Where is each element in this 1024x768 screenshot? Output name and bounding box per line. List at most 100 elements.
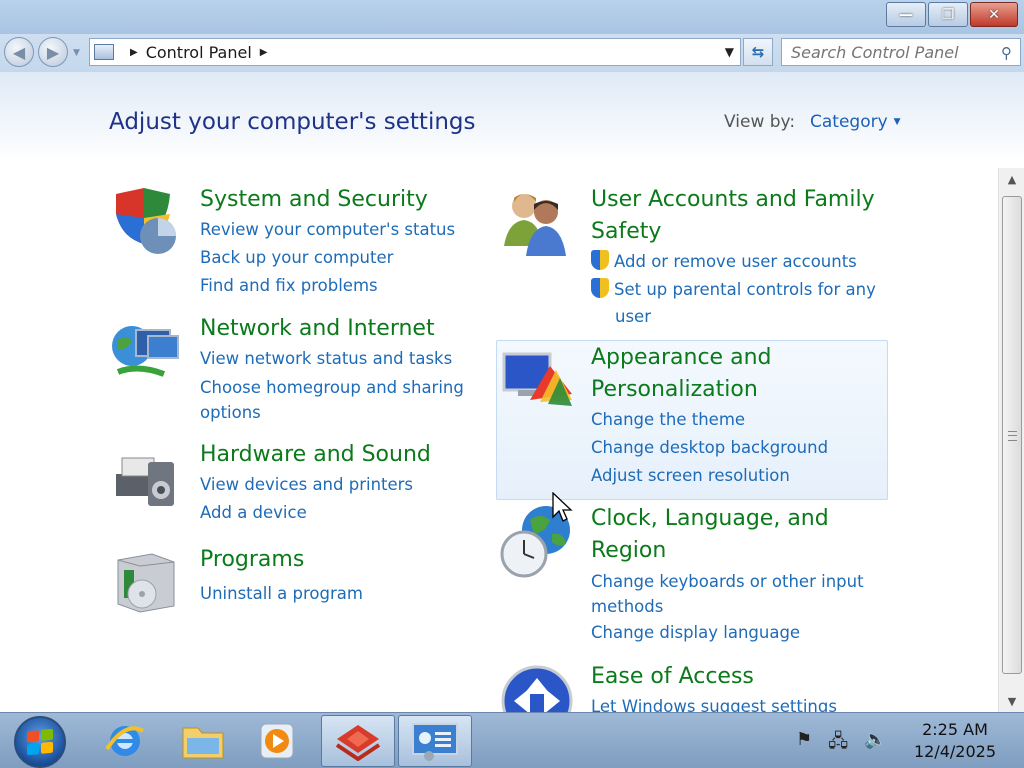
programs-box-icon[interactable] [108,544,182,618]
back-button[interactable]: ◀ [4,37,34,67]
taskbar: ⚑ 🖧 🔈 2:25 AM 12/4/2025 [0,712,1024,768]
address-bar[interactable]: ▶ Control Panel ▶ ▼ [89,38,741,66]
category-link[interactable]: Set up parental controls for any [591,276,876,304]
control-panel-icon [412,723,458,761]
category-title[interactable]: Appearance and Personalization [591,342,828,406]
category-link[interactable]: options [200,400,464,425]
taskbar-control-panel[interactable] [398,715,472,767]
category-programs: Programs Uninstall a program [200,544,363,608]
recent-pages-dropdown-icon[interactable]: ▼ [73,48,80,58]
category-title[interactable]: Programs [200,544,363,576]
red-diamond-app-icon [335,725,381,761]
title-line: Safety [591,219,662,244]
search-input[interactable] [791,42,991,62]
refresh-icon: ⇆ [751,43,765,61]
vertical-scrollbar[interactable]: ▲ ▼ [998,168,1024,712]
link-text: Add or remove user accounts [614,252,857,271]
category-title[interactable]: Network and Internet [200,313,464,345]
search-icon[interactable]: ⚲ [1001,44,1012,62]
title-line: Region [591,538,667,563]
control-panel-content: Adjust your computer's settings View by:… [0,72,1024,712]
category-title[interactable]: System and Security [200,184,455,216]
refresh-button[interactable]: ⇆ [743,38,773,66]
title-bar: — ❐ ✕ [0,0,1024,34]
start-button[interactable] [14,716,66,768]
taskbar-clock[interactable]: 2:25 AM 12/4/2025 [905,719,1005,763]
window-controls: — ❐ ✕ [884,2,1018,27]
search-box[interactable]: ⚲ [781,38,1021,66]
category-clock-language: Clock, Language, and Region Change keyboa… [591,503,864,647]
category-link[interactable]: Add a device [200,499,431,527]
category-link[interactable]: Uninstall a program [200,576,363,608]
category-link[interactable]: Review your computer's status [200,216,455,244]
category-link-continued[interactable]: user [591,304,876,329]
breadcrumb-chevron-icon[interactable]: ▶ [260,47,268,58]
category-title[interactable]: Hardware and Sound [200,439,431,471]
category-link[interactable]: Find and fix problems [200,272,455,300]
control-panel-icon [94,44,114,60]
category-link[interactable]: Choose homegroup and sharing [200,373,464,400]
link-text: Set up parental controls for any [614,280,876,299]
system-tray: ⚑ 🖧 🔈 [796,729,887,759]
maximize-icon: ❐ [941,6,955,23]
taskbar-explorer[interactable] [166,715,240,767]
printer-speaker-icon[interactable] [108,444,182,518]
minimize-button[interactable]: — [886,2,926,27]
ease-of-access-icon[interactable] [500,664,574,712]
folder-icon [182,727,224,759]
media-player-icon [260,723,294,759]
category-link[interactable]: Change display language [591,619,864,647]
view-by-value: Category [810,112,888,132]
forward-button[interactable]: ▶ [38,37,68,67]
title-line: User Accounts and Family [591,187,875,212]
close-button[interactable]: ✕ [970,2,1018,27]
category-link[interactable]: methods [591,594,864,619]
breadcrumb-control-panel[interactable]: Control Panel [146,43,252,62]
back-arrow-icon: ◀ [12,42,26,62]
category-link[interactable]: Change keyboards or other input [591,567,864,594]
appearance-monitor-icon[interactable] [500,344,574,418]
category-hardware-sound: Hardware and Sound View devices and prin… [200,439,431,527]
category-title[interactable]: Ease of Access [591,661,837,693]
scrollbar-thumb[interactable] [1002,196,1022,674]
category-link[interactable]: Add or remove user accounts [591,248,876,276]
title-line: Clock, Language, and [591,506,829,531]
volume-muted-icon[interactable]: 🔈 [864,729,886,759]
uac-shield-icon [591,278,609,298]
uac-shield-icon [591,250,609,270]
category-link[interactable]: Change desktop background [591,434,828,462]
category-link[interactable]: Adjust screen resolution [591,462,828,490]
taskbar-internet-explorer[interactable] [88,715,162,767]
category-title[interactable]: Clock, Language, and Region [591,503,864,567]
category-link[interactable]: Back up your computer [200,244,455,272]
page-title: Adjust your computer's settings [109,109,476,135]
windows-logo-icon [27,728,53,756]
taskbar-media-player[interactable] [240,715,314,767]
network-globe-icon[interactable] [108,316,182,390]
category-system-security: System and Security Review your computer… [200,184,455,300]
taskbar-app-red[interactable] [321,715,395,767]
network-icon[interactable]: 🖧 [828,729,848,759]
category-user-accounts: User Accounts and Family Safety Add or re… [591,184,876,329]
scroll-down-icon[interactable]: ▼ [999,690,1024,712]
internet-explorer-icon [105,726,144,756]
minimize-icon: — [899,6,913,23]
title-line: Appearance and [591,345,772,370]
category-link[interactable]: View network status and tasks [200,345,464,373]
maximize-button[interactable]: ❐ [928,2,968,27]
user-accounts-icon[interactable] [500,184,574,258]
clock-time: 2:25 AM [922,720,988,739]
category-title[interactable]: User Accounts and Family Safety [591,184,876,248]
scroll-up-icon[interactable]: ▲ [999,168,1024,190]
address-dropdown-icon[interactable]: ▼ [725,45,734,59]
view-by-dropdown[interactable]: Category ▼ [810,112,901,132]
breadcrumb-chevron-icon[interactable]: ▶ [130,47,138,58]
action-center-flag-icon[interactable]: ⚑ [796,729,812,759]
category-link[interactable]: Change the theme [591,406,828,434]
category-link[interactable]: Let Windows suggest settings [591,693,837,712]
clock-date: 12/4/2025 [913,742,997,761]
navigation-bar: ◀ ▶ ▼ ▶ Control Panel ▶ ▼ ⇆ ⚲ [0,34,1024,72]
chevron-down-icon: ▼ [893,117,901,127]
category-link[interactable]: View devices and printers [200,471,431,499]
system-security-shield-icon[interactable] [108,184,182,258]
